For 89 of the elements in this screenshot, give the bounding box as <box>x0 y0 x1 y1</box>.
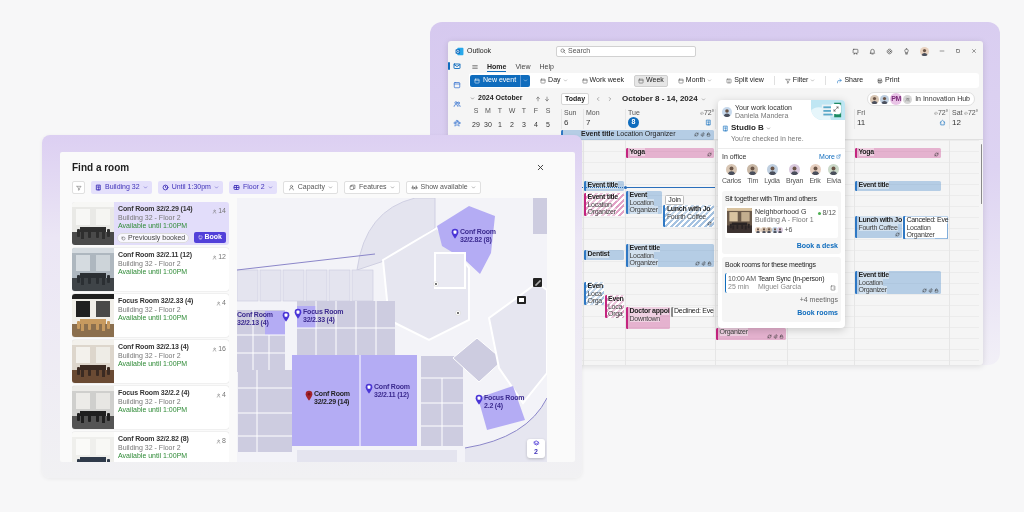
chevron-icon <box>267 185 273 190</box>
cloud-icon <box>934 111 939 115</box>
minimize-icon[interactable] <box>939 48 945 54</box>
split-view-icon <box>726 77 733 84</box>
features-icon <box>348 184 356 191</box>
avatar <box>880 94 890 104</box>
building-icon <box>95 184 102 191</box>
people-icon[interactable] <box>452 100 461 108</box>
avatar <box>747 164 759 175</box>
map-pin-icon[interactable] <box>305 390 313 401</box>
avatar <box>870 94 880 104</box>
chevron-icon <box>765 125 771 131</box>
menu-icon[interactable] <box>472 63 478 70</box>
filter-icon <box>75 184 82 191</box>
person-icon <box>216 392 222 398</box>
printer-icon <box>877 77 884 84</box>
avatar <box>726 164 737 175</box>
map-pin-icon[interactable] <box>282 311 290 322</box>
dropdown-button[interactable] <box>520 74 531 87</box>
expand-icon <box>833 106 839 112</box>
avatar <box>789 164 801 175</box>
app-icon <box>455 46 464 56</box>
calendar-icon <box>638 77 645 84</box>
person-icon <box>216 438 222 444</box>
history-icon <box>121 235 126 241</box>
chevron-icon <box>470 185 476 190</box>
clock-icon <box>161 184 169 191</box>
avatar <box>809 164 821 175</box>
avatar <box>766 164 778 175</box>
avatar <box>722 107 732 117</box>
chevron-icon <box>213 185 219 190</box>
home-icon[interactable] <box>939 119 946 126</box>
glasses-icon <box>410 184 418 191</box>
calendar-icon <box>581 77 588 84</box>
calendar-icon <box>677 77 684 84</box>
person-icon <box>216 300 222 306</box>
lightbulb-icon[interactable] <box>903 47 910 55</box>
maximize-icon[interactable] <box>955 48 961 54</box>
avatar <box>828 164 840 175</box>
location-picker[interactable]: Studio B <box>722 122 771 134</box>
mail-icon[interactable] <box>452 62 461 70</box>
share-icon <box>836 77 843 84</box>
avatar <box>920 46 929 56</box>
layers-icon <box>532 439 540 447</box>
expand-button[interactable] <box>831 104 841 114</box>
filter-icon <box>784 77 791 84</box>
chevron-icon <box>523 78 529 83</box>
date-number[interactable]: 7 <box>586 117 591 128</box>
calendar-icon <box>474 77 480 84</box>
settings-icon[interactable] <box>886 47 893 55</box>
person-icon <box>212 208 218 214</box>
person-icon <box>212 254 218 260</box>
map-pin-icon[interactable] <box>294 308 302 319</box>
date-number[interactable]: 11 <box>857 117 866 128</box>
chevron-icon <box>389 185 395 190</box>
group-icon[interactable] <box>452 119 461 127</box>
person-icon <box>287 184 295 191</box>
close-icon[interactable] <box>536 162 545 172</box>
screen-icon <box>197 235 203 240</box>
map-pin-icon[interactable] <box>365 383 373 394</box>
date-range-button[interactable]: October 8 - 14, 2024 <box>622 93 706 105</box>
dialog-title: Find a room <box>72 160 130 175</box>
floor-icon <box>232 184 240 191</box>
chevron-icon <box>142 185 148 190</box>
chevron-right-icon[interactable] <box>607 96 614 102</box>
external-link-icon <box>836 154 841 160</box>
down-arrow-icon[interactable] <box>544 95 550 102</box>
room-icon <box>830 284 836 291</box>
person-icon <box>212 346 218 352</box>
bell-icon[interactable] <box>869 47 876 55</box>
filter-button[interactable] <box>72 181 85 194</box>
building-icon <box>722 124 729 132</box>
chevron-icon[interactable] <box>470 96 475 101</box>
cloud-icon <box>700 111 705 115</box>
date-number[interactable]: 12 <box>952 117 961 128</box>
search-icon <box>560 48 566 54</box>
calendar-icon[interactable] <box>452 81 461 89</box>
up-arrow-icon[interactable] <box>535 95 541 102</box>
chevron-icon <box>327 185 333 190</box>
building-icon[interactable] <box>705 119 712 126</box>
calendar-icon <box>540 77 547 84</box>
chevron-icon <box>700 96 706 102</box>
date-number[interactable]: 6 <box>564 117 569 128</box>
scrollbar <box>980 144 982 204</box>
map-pin-icon[interactable] <box>475 394 483 405</box>
map-pin-icon[interactable] <box>451 228 459 239</box>
chevron-left-icon[interactable] <box>595 96 602 102</box>
board-icon[interactable] <box>852 47 859 55</box>
cloud-icon <box>964 111 969 115</box>
